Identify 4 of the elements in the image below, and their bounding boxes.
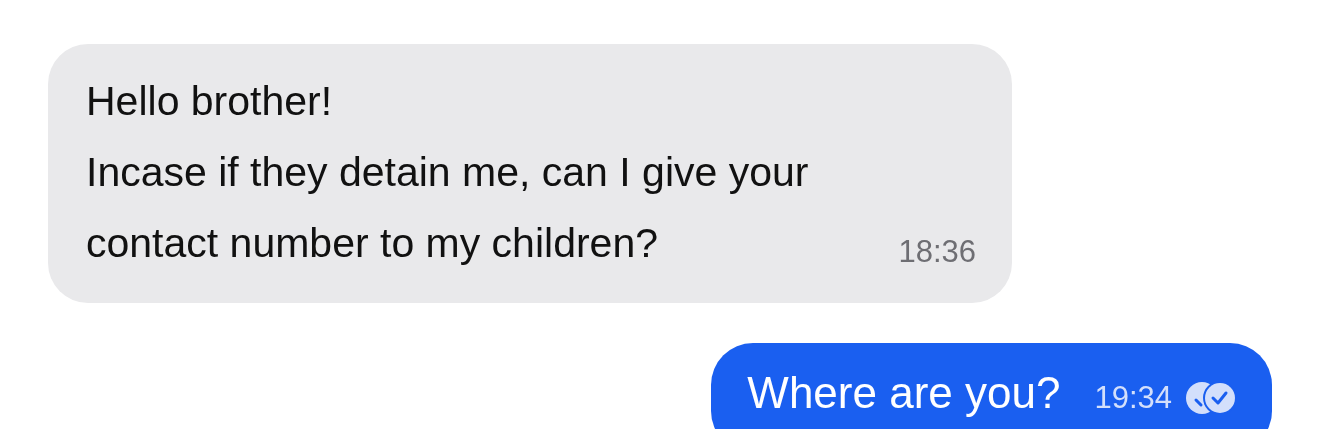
message-time: 19:34 [1094, 378, 1172, 417]
message-text: Where are you? [747, 367, 1061, 419]
message-time: 18:36 [898, 232, 977, 271]
message-text: Hello brother! Incase if they detain me, can I give your contact number to my children? [86, 77, 809, 268]
